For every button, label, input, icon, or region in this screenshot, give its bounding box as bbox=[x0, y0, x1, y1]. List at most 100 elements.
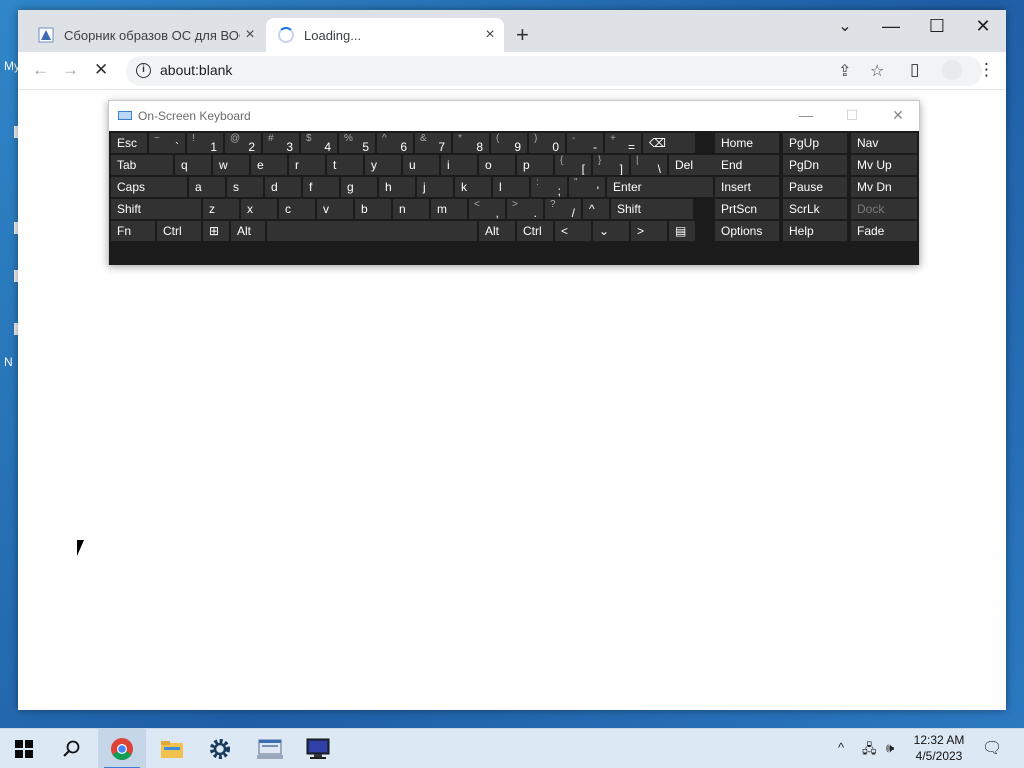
key-p[interactable]: p bbox=[517, 155, 553, 175]
key-v[interactable]: v bbox=[317, 199, 353, 219]
key-scrlk[interactable]: ScrLk bbox=[783, 199, 847, 219]
key-Del[interactable]: Del bbox=[669, 155, 721, 175]
key-'[interactable]: " ' bbox=[569, 177, 605, 197]
key-8[interactable]: * 8 bbox=[453, 133, 489, 153]
key-prtscn[interactable]: PrtScn bbox=[715, 199, 779, 219]
key-Alt[interactable]: Alt bbox=[479, 221, 515, 241]
key-^[interactable]: ^ bbox=[583, 199, 609, 219]
url-text[interactable]: about:blank bbox=[160, 62, 232, 78]
osk-maximize-button[interactable]: ☐ bbox=[837, 107, 867, 124]
key-6[interactable]: ^ 6 bbox=[377, 133, 413, 153]
stop-loading-icon[interactable]: ✕ bbox=[94, 61, 108, 79]
key-⊞[interactable]: ⊞ bbox=[203, 221, 229, 241]
key->[interactable]: > bbox=[631, 221, 667, 241]
taskbar-file-explorer[interactable] bbox=[148, 729, 196, 768]
key-0[interactable]: ) 0 bbox=[529, 133, 565, 153]
key-f[interactable]: f bbox=[303, 177, 339, 197]
key-b[interactable]: b bbox=[355, 199, 391, 219]
key-▤[interactable]: ▤ bbox=[669, 221, 695, 241]
taskbar-settings[interactable] bbox=[196, 729, 244, 768]
search-button[interactable] bbox=[48, 729, 96, 768]
key-3[interactable]: #3 bbox=[263, 133, 299, 153]
key-Tab[interactable]: Tab bbox=[111, 155, 173, 175]
osk-close-button[interactable]: ✕ bbox=[883, 107, 913, 124]
profile-avatar-icon[interactable] bbox=[942, 60, 962, 80]
tab-close-icon[interactable]: × bbox=[240, 26, 260, 44]
back-icon[interactable]: ← bbox=[32, 61, 49, 79]
key-n[interactable]: n bbox=[393, 199, 429, 219]
taskbar-computer[interactable] bbox=[294, 729, 342, 768]
site-info-icon[interactable]: i bbox=[136, 63, 151, 78]
side-panel-icon[interactable]: ▯ bbox=[910, 61, 919, 79]
key-7[interactable]: & 7 bbox=[415, 133, 451, 153]
key-Shift[interactable]: Shift bbox=[611, 199, 693, 219]
key-9[interactable]: (9 bbox=[491, 133, 527, 153]
key-w[interactable]: w bbox=[213, 155, 249, 175]
key-=[interactable]: + = bbox=[605, 133, 641, 153]
key-a[interactable]: a bbox=[189, 177, 225, 197]
key-Alt[interactable]: Alt bbox=[231, 221, 265, 241]
clock[interactable]: 12:32 AM 4/5/2023 bbox=[906, 732, 972, 764]
key-d[interactable]: d bbox=[265, 177, 301, 197]
key-mv-dn[interactable]: Mv Dn bbox=[851, 177, 917, 197]
key-options[interactable]: Options bbox=[715, 221, 779, 241]
key-\[interactable]: | \ bbox=[631, 155, 667, 175]
key-help[interactable]: Help bbox=[783, 221, 847, 241]
volume-icon[interactable]: 🕪 bbox=[886, 740, 894, 756]
osk-titlebar[interactable]: On-Screen Keyboard — ☐ ✕ bbox=[109, 101, 919, 131]
key-1[interactable]: ! 1 bbox=[187, 133, 223, 153]
omnibox[interactable]: i about:blank ⇪ ☆ bbox=[126, 56, 982, 86]
key-end[interactable]: End bbox=[715, 155, 779, 175]
key-y[interactable]: y bbox=[365, 155, 401, 175]
key-pgdn[interactable]: PgDn bbox=[783, 155, 847, 175]
start-button[interactable] bbox=[0, 729, 48, 768]
key-⌄[interactable]: ⌄ bbox=[593, 221, 629, 241]
key-`[interactable]: ~ ` bbox=[149, 133, 185, 153]
key-mv-up[interactable]: Mv Up bbox=[851, 155, 917, 175]
key--[interactable]: -- bbox=[567, 133, 603, 153]
tray-chevron-icon[interactable]: ^ bbox=[838, 740, 844, 755]
key-⌫[interactable]: ⌫ bbox=[643, 133, 695, 153]
key-x[interactable]: x bbox=[241, 199, 277, 219]
key-,[interactable]: <, bbox=[469, 199, 505, 219]
key-5[interactable]: % 5 bbox=[339, 133, 375, 153]
key-j[interactable]: j bbox=[417, 177, 453, 197]
forward-icon[interactable]: → bbox=[62, 61, 79, 79]
key-fade[interactable]: Fade bbox=[851, 221, 917, 241]
key-s[interactable]: s bbox=[227, 177, 263, 197]
key-h[interactable]: h bbox=[379, 177, 415, 197]
share-icon[interactable]: ⇪ bbox=[838, 61, 851, 81]
key-k[interactable]: k bbox=[455, 177, 491, 197]
key-g[interactable]: g bbox=[341, 177, 377, 197]
key-space[interactable] bbox=[267, 221, 477, 241]
key-q[interactable]: q bbox=[175, 155, 211, 175]
osk-minimize-button[interactable]: — bbox=[791, 107, 821, 123]
key-;[interactable]: :; bbox=[531, 177, 567, 197]
key-insert[interactable]: Insert bbox=[715, 177, 779, 197]
key-2[interactable]: @2 bbox=[225, 133, 261, 153]
chrome-menu-icon[interactable]: ⋮ bbox=[978, 61, 995, 79]
key-/[interactable]: ? / bbox=[545, 199, 581, 219]
key-l[interactable]: l bbox=[493, 177, 529, 197]
tab-loading[interactable]: Loading... × bbox=[266, 18, 504, 52]
key-dock[interactable]: Dock bbox=[851, 199, 917, 219]
key-][interactable]: }] bbox=[593, 155, 629, 175]
key-Shift[interactable]: Shift bbox=[111, 199, 201, 219]
key-e[interactable]: e bbox=[251, 155, 287, 175]
notifications-icon[interactable]: 🗨 bbox=[982, 738, 1002, 758]
key-pause[interactable]: Pause bbox=[783, 177, 847, 197]
key-Enter[interactable]: Enter bbox=[607, 177, 713, 197]
key-<[interactable]: < bbox=[555, 221, 591, 241]
key-z[interactable]: z bbox=[203, 199, 239, 219]
key-t[interactable]: t bbox=[327, 155, 363, 175]
key-.[interactable]: >. bbox=[507, 199, 543, 219]
bookmark-star-icon[interactable]: ☆ bbox=[870, 61, 884, 81]
key-4[interactable]: $4 bbox=[301, 133, 337, 153]
taskbar-app[interactable] bbox=[246, 729, 294, 768]
key-nav[interactable]: Nav bbox=[851, 133, 917, 153]
key-Esc[interactable]: Esc bbox=[111, 133, 147, 153]
key-i[interactable]: i bbox=[441, 155, 477, 175]
desktop-icon-label[interactable]: N bbox=[4, 355, 13, 369]
key-Ctrl[interactable]: Ctrl bbox=[157, 221, 201, 241]
key-c[interactable]: c bbox=[279, 199, 315, 219]
